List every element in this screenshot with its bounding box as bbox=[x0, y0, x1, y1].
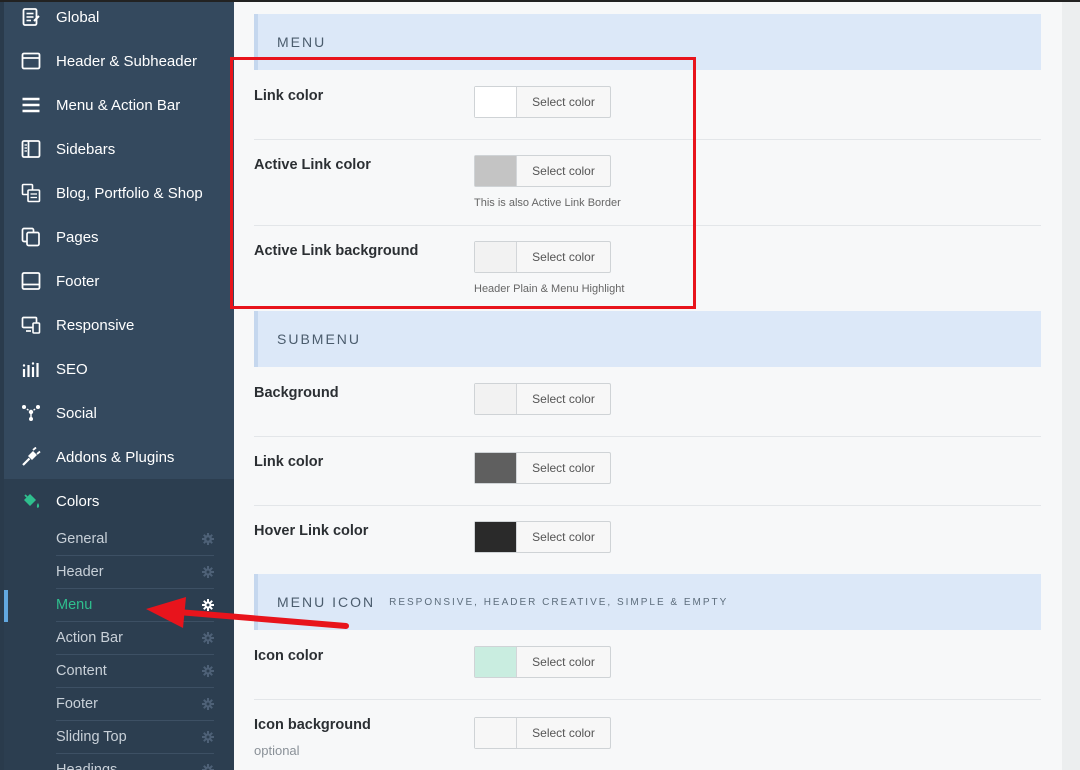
field-label: Background bbox=[254, 385, 339, 401]
field-label: Icon color bbox=[254, 648, 324, 664]
row-divider bbox=[254, 436, 1041, 437]
section-subtitle: RESPONSIVE, HEADER CREATIVE, SIMPLE & EM… bbox=[389, 596, 729, 608]
sidebar-item-label: SEO bbox=[56, 360, 88, 378]
window-top-edge bbox=[0, 0, 1080, 2]
gear-icon bbox=[202, 566, 214, 578]
sidebar-item-label: Footer bbox=[56, 272, 100, 290]
gear-icon bbox=[202, 632, 214, 644]
submenu-item-label: Action Bar bbox=[56, 630, 123, 646]
seo-bars-icon bbox=[21, 359, 41, 379]
submenu-item-headings[interactable]: Headings bbox=[56, 754, 214, 770]
row-divider bbox=[254, 699, 1041, 700]
section-title: MENU bbox=[277, 34, 327, 50]
sidebar-item-colors[interactable]: Colors bbox=[4, 479, 234, 523]
sidebar-item-pages[interactable]: Pages bbox=[4, 215, 234, 259]
color-swatch bbox=[475, 522, 517, 552]
select-color-label: Select color bbox=[532, 461, 595, 475]
submenu-item-label: Footer bbox=[56, 696, 98, 712]
submenu-item-label: Header bbox=[56, 564, 104, 580]
submenu-item-general[interactable]: General bbox=[56, 523, 214, 556]
select-color-label: Select color bbox=[532, 655, 595, 669]
gear-icon bbox=[202, 698, 214, 710]
color-picker-submenu-background[interactable]: Select color bbox=[474, 383, 611, 415]
footer-icon bbox=[21, 271, 41, 291]
sidebar-item-label: Global bbox=[56, 8, 100, 26]
social-icon bbox=[21, 403, 41, 423]
color-swatch bbox=[475, 453, 517, 483]
sidebar-item-footer[interactable]: Footer bbox=[4, 259, 234, 303]
sidebar-item-blog-portfolio-shop[interactable]: Blog, Portfolio & Shop bbox=[4, 171, 234, 215]
sidebar-item-addons-plugins[interactable]: Addons & Plugins bbox=[4, 435, 234, 479]
submenu-item-menu[interactable]: Menu bbox=[56, 589, 214, 622]
select-color-label: Select color bbox=[532, 392, 595, 406]
field-label: Link color bbox=[254, 454, 324, 470]
color-picker-submenu-link-color[interactable]: Select color bbox=[474, 452, 611, 484]
colors-submenu: General Header Menu Action Bar Content F… bbox=[4, 523, 234, 770]
section-submenu-header: SUBMENU bbox=[254, 311, 1041, 367]
field-optional-note: optional bbox=[254, 743, 300, 758]
color-swatch bbox=[475, 718, 517, 748]
sidebar-panel-icon bbox=[21, 139, 41, 159]
sidebar-item-label: Addons & Plugins bbox=[56, 448, 175, 466]
color-swatch bbox=[475, 647, 517, 677]
sidebar-item-menu-action-bar[interactable]: Menu & Action Bar bbox=[4, 83, 234, 127]
sidebar-item-label: Pages bbox=[56, 228, 99, 246]
submenu-item-label: Headings bbox=[56, 762, 118, 770]
blog-icon bbox=[21, 183, 41, 203]
gear-icon bbox=[202, 533, 214, 545]
global-doc-icon bbox=[21, 7, 41, 27]
gear-icon bbox=[202, 599, 214, 611]
row-divider bbox=[254, 505, 1041, 506]
section-title: SUBMENU bbox=[277, 331, 362, 347]
sidebar-item-label: Colors bbox=[56, 492, 100, 510]
sidebar-item-label: Menu & Action Bar bbox=[56, 96, 181, 114]
select-color-label: Select color bbox=[532, 530, 595, 544]
sidebar-item-header[interactable]: Header & Subheader bbox=[4, 39, 234, 83]
submenu-item-label: Sliding Top bbox=[56, 729, 127, 745]
section-menu-icon-header: MENU ICON RESPONSIVE, HEADER CREATIVE, S… bbox=[254, 574, 1041, 630]
options-sidebar: Global Header & Subheader Menu & Action … bbox=[0, 0, 234, 770]
sidebar-item-label: Social bbox=[56, 404, 97, 422]
field-label: Icon background bbox=[254, 717, 371, 733]
submenu-item-content[interactable]: Content bbox=[56, 655, 214, 688]
sidebar-item-label: Header & Subheader bbox=[56, 52, 197, 70]
content-gutter bbox=[1062, 0, 1080, 770]
section-title: MENU ICON bbox=[277, 594, 376, 610]
submenu-item-label: General bbox=[56, 531, 108, 547]
sidebar-item-seo[interactable]: SEO bbox=[4, 347, 234, 391]
sidebar-item-global[interactable]: Global bbox=[4, 0, 234, 39]
color-swatch bbox=[475, 384, 517, 414]
gear-icon bbox=[202, 764, 214, 770]
responsive-devices-icon bbox=[21, 315, 41, 335]
select-color-label: Select color bbox=[532, 726, 595, 740]
sidebar-item-label: Blog, Portfolio & Shop bbox=[56, 184, 203, 202]
header-window-icon bbox=[21, 51, 41, 71]
sidebar-item-responsive[interactable]: Responsive bbox=[4, 303, 234, 347]
field-label: Hover Link color bbox=[254, 523, 369, 539]
paint-bucket-icon bbox=[21, 491, 41, 511]
gear-icon bbox=[202, 665, 214, 677]
submenu-item-action-bar[interactable]: Action Bar bbox=[56, 622, 214, 655]
pages-icon bbox=[21, 227, 41, 247]
sidebar-item-label: Responsive bbox=[56, 316, 135, 334]
sidebar-item-sidebars[interactable]: Sidebars bbox=[4, 127, 234, 171]
highlight-box bbox=[230, 57, 696, 309]
color-picker-submenu-hover-link-color[interactable]: Select color bbox=[474, 521, 611, 553]
submenu-item-label: Menu bbox=[56, 597, 93, 613]
color-picker-icon-color[interactable]: Select color bbox=[474, 646, 611, 678]
sidebar-item-label: Sidebars bbox=[56, 140, 116, 158]
submenu-item-sliding-top[interactable]: Sliding Top bbox=[56, 721, 214, 754]
color-picker-icon-background[interactable]: Select color bbox=[474, 717, 611, 749]
active-submenu-marker bbox=[4, 590, 8, 622]
submenu-item-label: Content bbox=[56, 663, 107, 679]
submenu-item-header[interactable]: Header bbox=[56, 556, 214, 589]
gear-icon bbox=[202, 731, 214, 743]
sidebar-item-social[interactable]: Social bbox=[4, 391, 234, 435]
submenu-item-footer[interactable]: Footer bbox=[56, 688, 214, 721]
plug-icon bbox=[21, 447, 41, 467]
menu-lines-icon bbox=[21, 95, 41, 115]
